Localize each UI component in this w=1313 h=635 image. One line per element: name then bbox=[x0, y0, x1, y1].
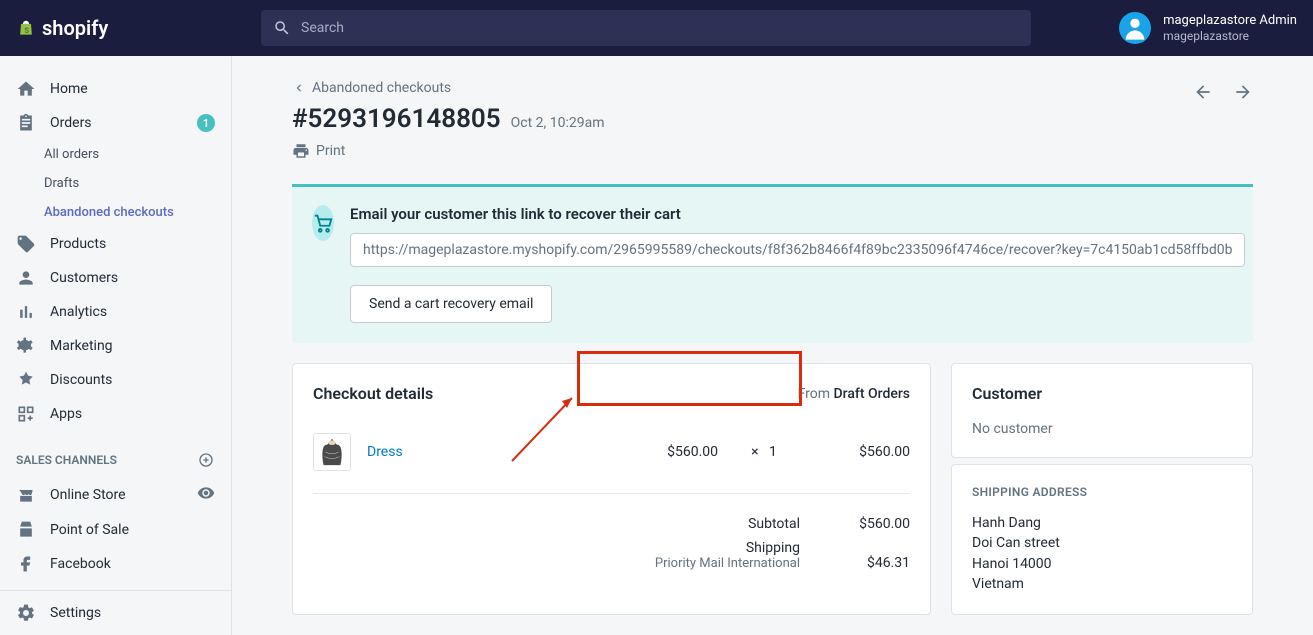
checkout-details-heading: Checkout details bbox=[313, 384, 433, 403]
discount-icon bbox=[16, 370, 36, 390]
addr-street: Doi Can street bbox=[972, 533, 1232, 553]
breadcrumb-back[interactable]: Abandoned checkouts bbox=[292, 80, 1253, 96]
search-placeholder: Search bbox=[301, 20, 344, 36]
nav-customers[interactable]: Customers bbox=[0, 261, 231, 295]
pos-icon bbox=[16, 520, 36, 540]
pager-arrows bbox=[1193, 82, 1253, 102]
tag-icon bbox=[16, 234, 36, 254]
facebook-icon bbox=[16, 554, 36, 574]
top-bar: S shopify Search mageplazastore Admin ma… bbox=[0, 0, 1313, 56]
recover-title: Email your customer this link to recover… bbox=[350, 205, 1245, 223]
store-icon bbox=[16, 485, 36, 505]
prev-arrow-icon[interactable] bbox=[1193, 82, 1213, 102]
nav-home[interactable]: Home bbox=[0, 72, 231, 106]
nav-orders[interactable]: Orders 1 bbox=[0, 106, 231, 140]
print-icon bbox=[292, 142, 310, 160]
svg-text:S: S bbox=[24, 26, 29, 35]
avatar bbox=[1119, 12, 1151, 44]
print-button[interactable]: Print bbox=[292, 142, 1253, 160]
line-total: $560.00 bbox=[810, 444, 910, 460]
shipping-label: Shipping bbox=[655, 540, 800, 556]
nav-products[interactable]: Products bbox=[0, 227, 231, 261]
recover-cart-panel: Email your customer this link to recover… bbox=[292, 184, 1253, 343]
nav-abandoned-checkouts[interactable]: Abandoned checkouts bbox=[0, 198, 231, 227]
shipping-address-card: SHIPPING ADDRESS Hanh Dang Doi Can stree… bbox=[951, 464, 1253, 615]
main-content: Abandoned checkouts #5293196148805 Oct 2… bbox=[232, 56, 1313, 635]
customer-heading: Customer bbox=[972, 384, 1232, 403]
sidebar: Home Orders 1 All orders Drafts Abandone… bbox=[0, 56, 232, 635]
unit-price: $560.00 bbox=[618, 444, 718, 460]
nav-marketing[interactable]: Marketing bbox=[0, 329, 231, 363]
nav-analytics[interactable]: Analytics bbox=[0, 295, 231, 329]
nav-pos[interactable]: Point of Sale bbox=[0, 513, 231, 547]
send-recovery-email-button[interactable]: Send a cart recovery email bbox=[350, 285, 552, 323]
orders-icon bbox=[16, 113, 36, 133]
quantity: × 1 bbox=[734, 444, 794, 460]
bars-icon bbox=[16, 302, 36, 322]
nav-all-orders[interactable]: All orders bbox=[0, 140, 231, 169]
brand-logo[interactable]: S shopify bbox=[16, 16, 231, 40]
nav-drafts[interactable]: Drafts bbox=[0, 169, 231, 198]
addr-city: Hanoi 14000 bbox=[972, 554, 1232, 574]
megaphone-icon bbox=[16, 336, 36, 356]
line-item: Dress $560.00 × 1 $560.00 bbox=[313, 423, 910, 494]
page-date: Oct 2, 10:29am bbox=[511, 115, 605, 131]
store-name: mageplazastore bbox=[1163, 29, 1297, 43]
subtotal-value: $560.00 bbox=[820, 516, 910, 532]
search-icon bbox=[273, 19, 291, 37]
nav-apps[interactable]: Apps bbox=[0, 397, 231, 431]
next-arrow-icon[interactable] bbox=[1233, 82, 1253, 102]
add-channel-button[interactable] bbox=[197, 451, 215, 469]
sales-channels-header: SALES CHANNELS bbox=[0, 431, 231, 477]
shipping-value: $46.31 bbox=[820, 555, 910, 571]
nav-discounts[interactable]: Discounts bbox=[0, 363, 231, 397]
page-title: #5293196148805 bbox=[292, 104, 501, 134]
shipping-address-heading: SHIPPING ADDRESS bbox=[972, 485, 1232, 499]
brand-text: shopify bbox=[42, 16, 108, 40]
orders-badge: 1 bbox=[197, 114, 215, 132]
user-name: mageplazastore Admin bbox=[1163, 13, 1297, 29]
nav-online-store[interactable]: Online Store bbox=[0, 477, 231, 513]
person-icon bbox=[16, 268, 36, 288]
nav-facebook[interactable]: Facebook bbox=[0, 547, 231, 581]
product-thumbnail[interactable] bbox=[313, 433, 351, 471]
chevron-left-icon bbox=[292, 81, 306, 95]
shipping-method: Priority Mail International bbox=[655, 556, 800, 571]
no-customer-text: No customer bbox=[972, 421, 1232, 437]
apps-icon bbox=[16, 404, 36, 424]
global-search[interactable]: Search bbox=[261, 10, 1031, 46]
product-link[interactable]: Dress bbox=[367, 444, 602, 460]
subtotal-label: Subtotal bbox=[748, 516, 800, 532]
gear-icon bbox=[16, 603, 36, 623]
source-label: From Draft Orders bbox=[798, 386, 910, 402]
shopify-bag-icon: S bbox=[16, 17, 36, 39]
cart-icon bbox=[312, 205, 334, 241]
home-icon bbox=[16, 79, 36, 99]
user-menu[interactable]: mageplazastore Admin mageplazastore bbox=[1119, 12, 1297, 44]
nav-settings[interactable]: Settings bbox=[0, 590, 231, 635]
addr-name: Hanh Dang bbox=[972, 513, 1232, 533]
checkout-details-card: Checkout details From Draft Orders Dress… bbox=[292, 363, 931, 615]
recover-url-field[interactable]: https://mageplazastore.myshopify.com/296… bbox=[350, 233, 1245, 267]
view-store-button[interactable] bbox=[197, 484, 215, 506]
customer-card: Customer No customer bbox=[951, 363, 1253, 458]
addr-country: Vietnam bbox=[972, 574, 1232, 594]
